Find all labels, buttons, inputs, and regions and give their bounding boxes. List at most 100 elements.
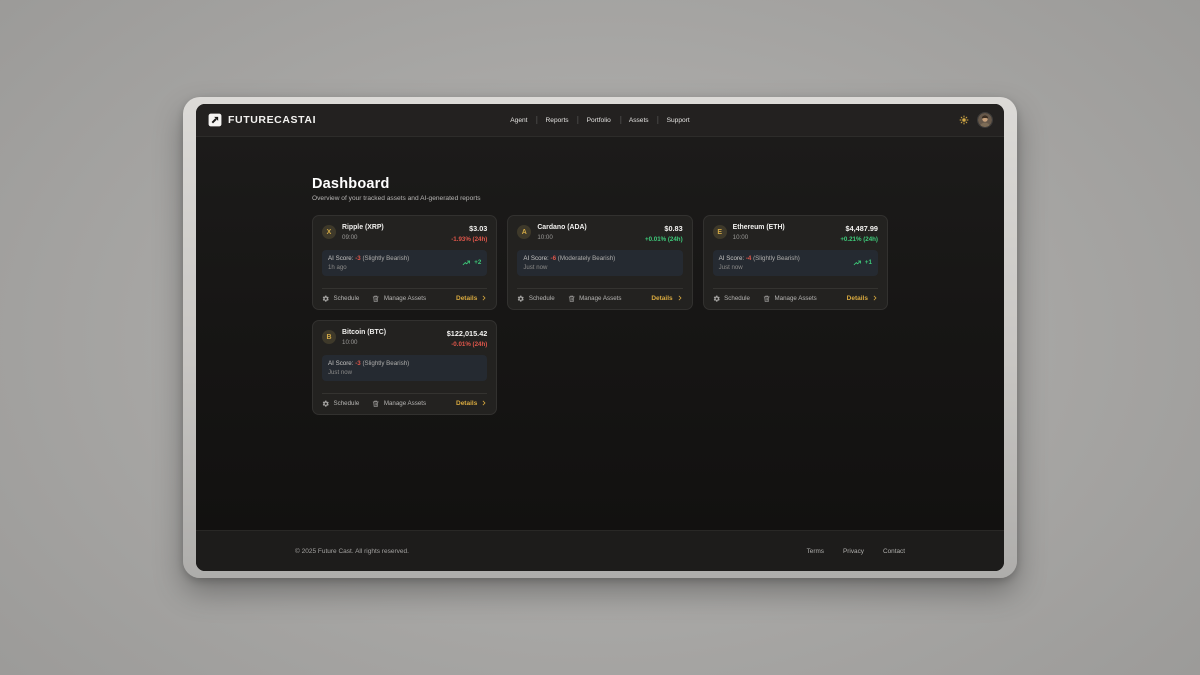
trend-badge: +2 [456,259,481,267]
trending-up-icon [462,259,471,267]
trend-badge: +1 [847,259,872,267]
details-label: Details [456,295,477,302]
footer-link-terms[interactable]: Terms [807,548,824,555]
card-actions: Schedule Manage Assets Details [713,288,878,303]
nav-item-reports[interactable]: Reports [537,114,578,127]
ai-score-line: AI Score: -3 (Slightly Bearish) [328,255,409,262]
coin-initial-badge: A [517,225,531,239]
ai-score-box: AI Score: -6 (Moderately Bearish) Just n… [517,250,682,277]
ai-score-line: AI Score: -6 (Moderately Bearish) [523,255,615,262]
schedule-button[interactable]: Schedule [517,295,554,303]
trending-up-icon [853,259,862,267]
ai-score-box: AI Score: -3 (Slightly Bearish) Just now [322,355,487,382]
asset-card: B Bitcoin (BTC) 10:00 $122,015.42 -0.01%… [312,320,497,415]
app-screen: FUTURECASTAI Agent Reports Portfolio Ass… [196,104,1004,571]
ai-score-label: (Slightly Bearish) [753,255,800,262]
ai-score-box: AI Score: -3 (Slightly Bearish) 1h ago +… [322,250,487,277]
coin-name: Ethereum (ETH) [733,224,785,231]
trend-value: +2 [474,259,481,266]
nav-item-agent[interactable]: Agent [501,114,536,127]
coin-price: $4,487.99 [840,224,878,233]
ai-score-prefix: AI Score: [523,255,548,262]
gear-icon [322,400,330,408]
manage-assets-button[interactable]: Manage Assets [372,295,426,303]
ai-score-time: Just now [719,264,800,271]
footer-link-privacy[interactable]: Privacy [843,548,864,555]
gear-icon [322,295,330,303]
ai-score-value: -4 [746,255,752,262]
device-frame: FUTURECASTAI Agent Reports Portfolio Ass… [183,97,1017,578]
ai-score-value: -3 [355,360,361,367]
trash-icon [372,400,380,408]
coin-initial-badge: X [322,225,336,239]
schedule-button[interactable]: Schedule [322,400,359,408]
schedule-label: Schedule [529,295,555,302]
manage-assets-label: Manage Assets [384,400,426,407]
ai-score-time: Just now [523,264,615,271]
coin-name: Ripple (XRP) [342,224,384,231]
details-button[interactable]: Details [456,295,487,302]
ai-score-label: (Slightly Bearish) [362,360,409,367]
nav-item-support[interactable]: Support [658,114,699,127]
coin-time: 10:00 [342,339,386,346]
nav-item-assets[interactable]: Assets [620,114,658,127]
brand-logo-icon [208,113,222,127]
ai-score-label: (Slightly Bearish) [362,255,409,262]
ai-score-line: AI Score: -3 (Slightly Bearish) [328,360,409,367]
footer-link-contact[interactable]: Contact [883,548,905,555]
footer-links: Terms Privacy Contact [807,548,905,555]
sun-icon[interactable] [959,115,969,125]
ai-score-prefix: AI Score: [328,360,353,367]
header-right [959,113,992,127]
app-footer: © 2025 Future Cast. All rights reserved.… [196,530,1004,571]
details-button[interactable]: Details [847,295,878,302]
ai-score-value: -6 [551,255,557,262]
user-avatar[interactable] [978,113,992,127]
trend-value: +1 [865,259,872,266]
copyright-text: © 2025 Future Cast. All rights reserved. [295,548,409,555]
chevron-right-icon [481,295,487,301]
price-change: -0.01% (24h) [447,341,488,348]
schedule-label: Schedule [334,400,360,407]
brand-name: FUTURECASTAI [228,114,316,126]
coin-time: 10:00 [733,234,785,241]
details-button[interactable]: Details [651,295,682,302]
schedule-label: Schedule [334,295,360,302]
schedule-button[interactable]: Schedule [713,295,750,303]
chevron-right-icon [481,400,487,406]
details-label: Details [456,400,477,407]
ai-score-label: (Moderately Bearish) [558,255,615,262]
details-label: Details [847,295,868,302]
main-nav: Agent Reports Portfolio Assets Support [501,104,698,136]
coin-price: $3.03 [451,224,487,233]
ai-score-time: 1h ago [328,264,409,271]
main-content: Dashboard Overview of your tracked asset… [196,137,1004,530]
trash-icon [568,295,576,303]
manage-assets-label: Manage Assets [774,295,816,302]
coin-price: $0.83 [645,224,683,233]
manage-assets-button[interactable]: Manage Assets [372,400,426,408]
manage-assets-button[interactable]: Manage Assets [568,295,622,303]
trash-icon [372,295,380,303]
gear-icon [713,295,721,303]
price-change: -1.93% (24h) [451,236,487,243]
card-header: B Bitcoin (BTC) 10:00 $122,015.42 -0.01%… [322,329,487,348]
coin-name: Cardano (ADA) [537,224,586,231]
ai-score-value: -3 [355,255,361,262]
card-actions: Schedule Manage Assets Details [322,393,487,408]
details-button[interactable]: Details [456,400,487,407]
brand[interactable]: FUTURECASTAI [208,113,316,127]
coin-price: $122,015.42 [447,329,488,338]
chevron-right-icon [677,295,683,301]
cards-grid: X Ripple (XRP) 09:00 $3.03 -1.93% (24h) … [312,215,888,415]
page-subtitle: Overview of your tracked assets and AI-g… [312,195,888,202]
nav-item-portfolio[interactable]: Portfolio [578,114,620,127]
asset-card: X Ripple (XRP) 09:00 $3.03 -1.93% (24h) … [312,215,497,310]
card-actions: Schedule Manage Assets Details [517,288,682,303]
manage-assets-button[interactable]: Manage Assets [763,295,817,303]
schedule-button[interactable]: Schedule [322,295,359,303]
asset-card: A Cardano (ADA) 10:00 $0.83 +0.01% (24h)… [507,215,692,310]
card-header: E Ethereum (ETH) 10:00 $4,487.99 +0.21% … [713,224,878,243]
schedule-label: Schedule [724,295,750,302]
coin-initial-badge: B [322,330,336,344]
